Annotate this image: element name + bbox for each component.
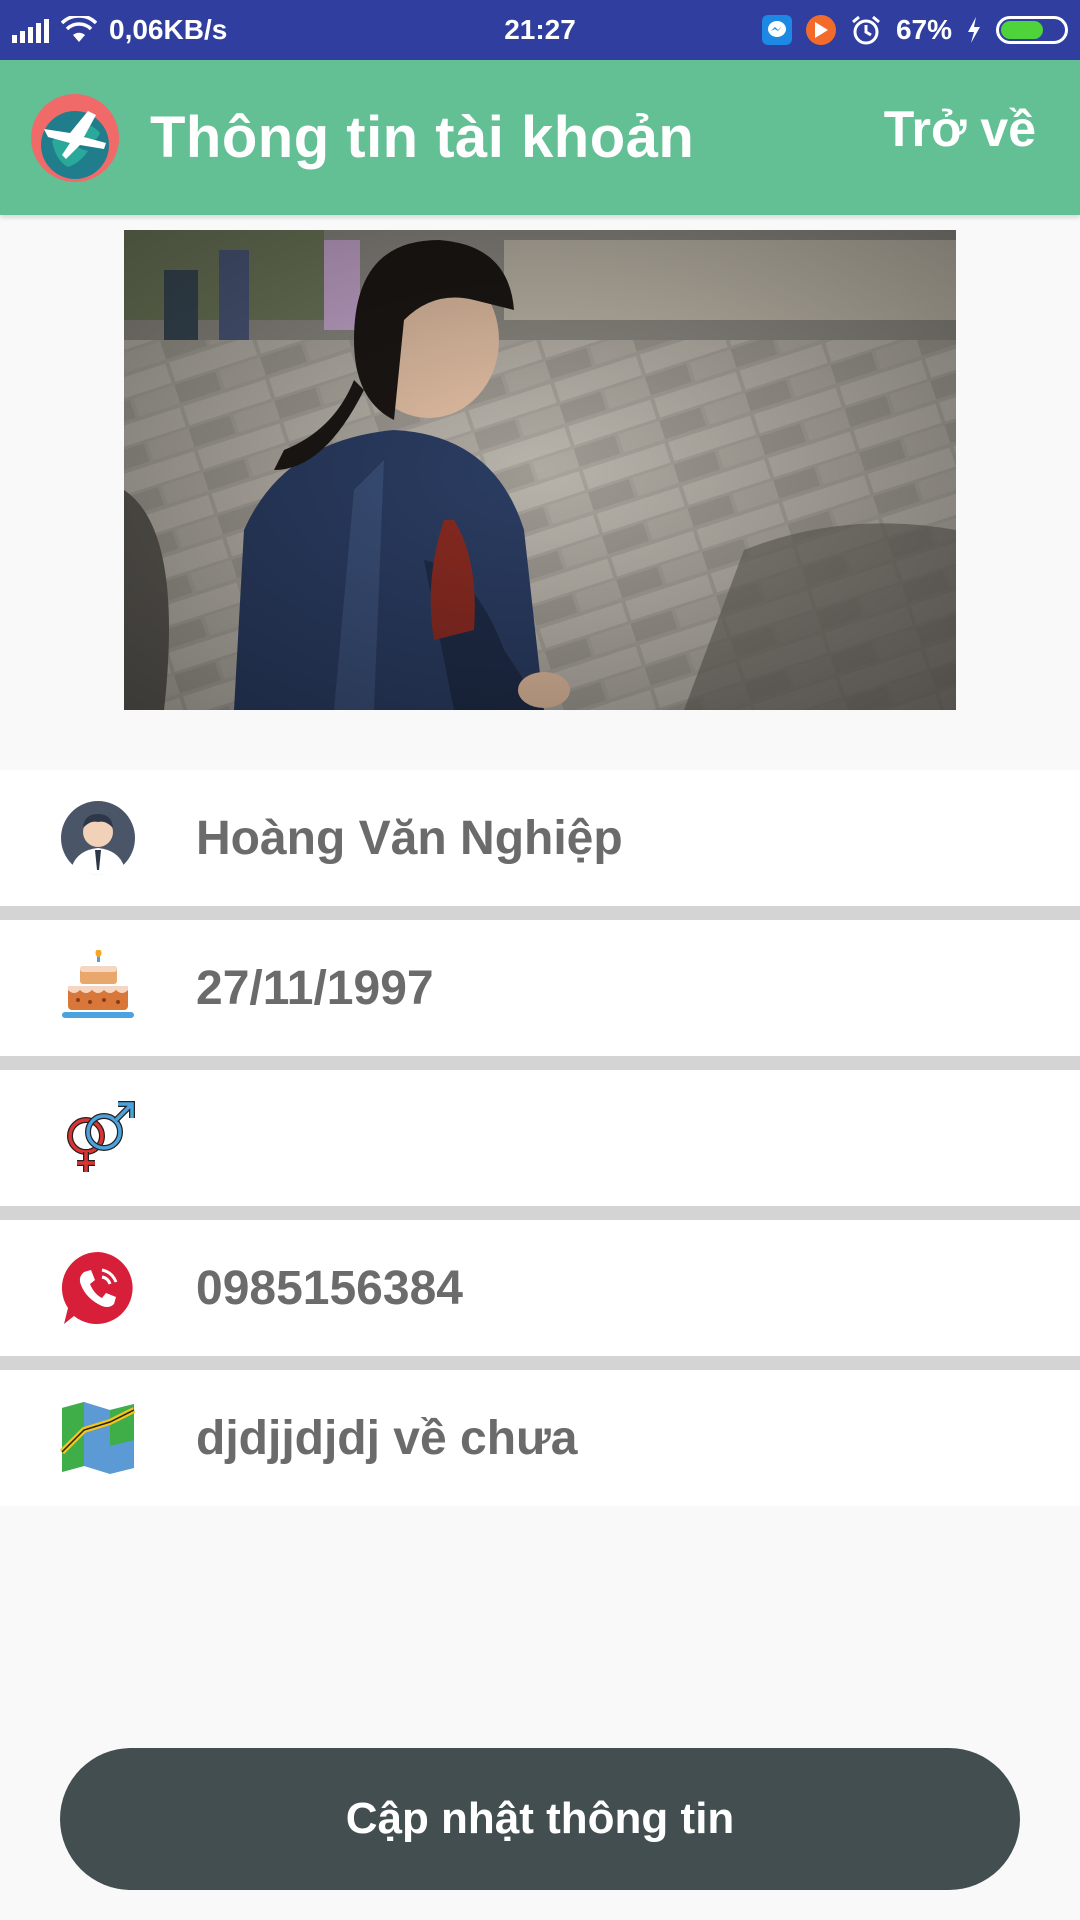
phone-value: 0985156384 (196, 1261, 463, 1315)
row-divider (0, 1356, 1080, 1370)
name-value: Hoàng Văn Nghiệp (196, 811, 623, 865)
app-logo-icon (31, 94, 119, 182)
network-speed: 0,06KB/s (109, 14, 228, 45)
battery-level-fill (1001, 21, 1043, 39)
row-divider (0, 906, 1080, 920)
account-info-list: Hoàng Văn Nghiệp 27/11/1997 0985156384 d… (0, 770, 1080, 1506)
back-button[interactable]: Trở về (884, 100, 1036, 158)
birthday-value: 27/11/1997 (196, 961, 434, 1015)
charging-icon (968, 17, 980, 43)
row-divider (0, 1056, 1080, 1070)
battery-percent: 67% (895, 14, 952, 45)
page-title: Thông tin tài khoản (150, 105, 695, 170)
status-bar: 0,06KB/s 21:27 67% (0, 0, 1080, 60)
user-avatar-icon (61, 801, 135, 875)
phone-row[interactable]: 0985156384 (0, 1220, 1080, 1356)
wifi-icon (61, 16, 97, 42)
name-row[interactable]: Hoàng Văn Nghiệp (0, 770, 1080, 906)
phone-icon (61, 1251, 133, 1324)
status-bar-left: 0,06KB/s (12, 14, 432, 46)
address-value: djdjjdjdj về chưa (196, 1411, 578, 1465)
gender-row[interactable] (0, 1070, 1080, 1206)
battery-icon (996, 16, 1068, 44)
account-info-screen: 0,06KB/s 21:27 67% Thông tin tài khoản T… (0, 0, 1080, 1920)
update-info-button[interactable]: Cập nhật thông tin (60, 1748, 1020, 1890)
app-bar: Thông tin tài khoản Trở về (0, 60, 1080, 215)
status-time: 21:27 (504, 14, 576, 45)
alarm-icon (851, 15, 880, 45)
row-divider (0, 1206, 1080, 1220)
signal-icon (12, 17, 49, 43)
map-icon (60, 1402, 136, 1474)
profile-photo (124, 230, 956, 710)
video-app-icon (805, 15, 836, 45)
gender-icon (67, 1101, 135, 1172)
birthday-row[interactable]: 27/11/1997 (0, 920, 1080, 1056)
messenger-icon (761, 15, 792, 45)
status-bar-right: 67% (708, 14, 1068, 46)
address-row[interactable]: djdjjdjdj về chưa (0, 1370, 1080, 1506)
birthday-cake-icon (62, 950, 134, 1018)
